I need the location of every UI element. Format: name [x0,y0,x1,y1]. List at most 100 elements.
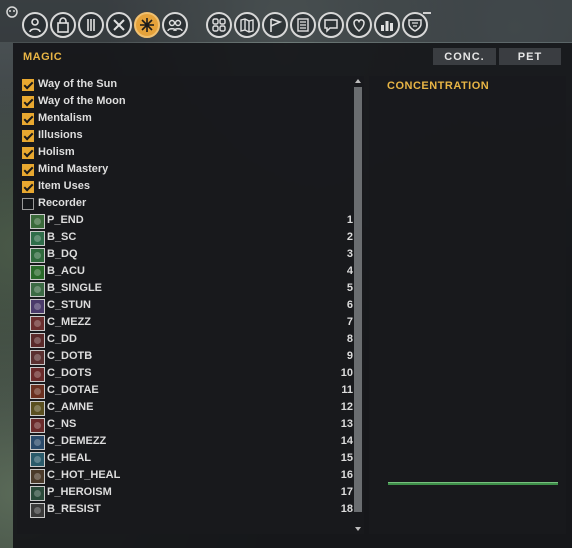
category-checkbox[interactable] [22,147,34,159]
spell-hotkey-number: 12 [340,401,353,413]
spell-icon[interactable] [30,316,45,331]
spell-row[interactable]: P_HEROISM 17 [17,485,357,502]
chat-icon [324,19,338,33]
spell-label: C_HOT_HEAL [47,469,121,481]
category-label: Holism [38,146,75,158]
category-checkbox[interactable] [22,79,34,91]
top-icon-bar [0,0,572,42]
grid-button[interactable] [206,12,232,38]
spell-hotkey-number: 11 [341,384,353,396]
scroll-up-arrow-icon[interactable] [355,79,361,83]
spell-label: C_STUN [47,299,92,311]
spell-row[interactable]: C_DOTB 9 [17,349,357,366]
category-label: Mind Mastery [38,163,109,175]
concentration-header: CONCENTRATION [387,80,490,92]
category-checkbox[interactable] [22,198,34,210]
spell-row[interactable]: C_MEZZ 7 [17,315,357,332]
spell-icon[interactable] [30,469,45,484]
chat-button[interactable] [318,12,344,38]
spell-row[interactable]: C_HEAL 15 [17,451,357,468]
spell-icon[interactable] [30,350,45,365]
category-checkbox[interactable] [22,164,34,176]
inventory-bag-button[interactable] [50,12,76,38]
category-checkbox[interactable] [22,130,34,142]
category-checkbox[interactable] [22,181,34,193]
spell-row[interactable]: C_NS 13 [17,417,357,434]
window-title: MAGIC [23,51,63,63]
category-label: Mentalism [38,112,92,124]
category-row[interactable]: Mind Mastery [17,162,357,179]
shield-icon [408,19,422,32]
spell-label: B_RESIST [47,503,101,515]
category-row[interactable]: Item Uses [17,179,357,196]
category-row[interactable]: Holism [17,145,357,162]
spell-row[interactable]: C_HOT_HEAL 16 [17,468,357,485]
spell-icon[interactable] [30,248,45,263]
spell-row[interactable]: B_RESIST 18 [17,502,357,519]
spell-row[interactable]: B_ACU 4 [17,264,357,281]
spell-icon[interactable] [30,282,45,297]
spell-row[interactable]: B_DQ 3 [17,247,357,264]
scroll-down-arrow-icon[interactable] [355,527,361,531]
conc-button[interactable]: CONC. [433,48,496,65]
character-icon [29,18,41,33]
category-row[interactable]: Illusions [17,128,357,145]
menu-badge-icon [423,12,431,18]
spell-row[interactable]: P_END 1 [17,213,357,230]
magic-spark-button[interactable] [134,12,160,38]
category-row[interactable]: Mentalism [17,111,357,128]
category-checkbox[interactable] [22,113,34,125]
spell-hotkey-number: 3 [346,248,353,260]
spell-hotkey-number: 2 [346,231,353,243]
spell-row[interactable]: C_DEMEZZ 14 [17,434,357,451]
spell-hotkey-number: 1 [346,214,353,226]
spell-row[interactable]: C_STUN 6 [17,298,357,315]
spell-icon[interactable] [30,401,45,416]
spell-icon[interactable] [30,418,45,433]
spell-icon[interactable] [30,452,45,467]
spell-icon[interactable] [30,503,45,518]
spell-row[interactable]: C_DD 8 [17,332,357,349]
spell-row[interactable]: C_DOTAE 11 [17,383,357,400]
spell-icon[interactable] [30,214,45,229]
spell-list-pane: Way of the Sun Way of the Moon Mentalism Il… [17,76,364,534]
combat-style-button[interactable] [78,12,104,38]
spell-icon[interactable] [30,486,45,501]
heart-button[interactable] [346,12,372,38]
flag-button[interactable] [262,12,288,38]
category-row[interactable]: Way of the Sun [17,77,357,94]
spell-row[interactable]: C_AMNE 12 [17,400,357,417]
spell-icon[interactable] [30,333,45,348]
spell-icon[interactable] [30,367,45,382]
spell-icon[interactable] [30,384,45,399]
spell-hotkey-number: 17 [340,486,353,498]
spell-hotkey-number: 18 [340,503,353,515]
spell-label: P_HEROISM [47,486,112,498]
spell-icon[interactable] [30,231,45,246]
character-button[interactable] [22,12,48,38]
journal-icon [297,18,309,32]
scroll-thumb[interactable] [354,87,362,512]
journal-button[interactable] [290,12,316,38]
scrollbar[interactable] [354,79,362,531]
spell-hotkey-number: 6 [346,299,353,311]
crossed-swords-button[interactable] [106,12,132,38]
stats-button[interactable] [374,12,400,38]
group-button[interactable] [162,12,188,38]
heart-icon [353,19,365,32]
spell-label: B_ACU [47,265,85,277]
category-checkbox[interactable] [22,96,34,108]
emote-icon[interactable] [5,6,19,18]
spell-icon[interactable] [30,265,45,280]
category-row[interactable]: Recorder [17,196,357,213]
spell-label: B_SINGLE [47,282,103,294]
spell-row[interactable]: B_SINGLE 5 [17,281,357,298]
spell-icon[interactable] [30,435,45,450]
spell-icon[interactable] [30,299,45,314]
spell-row[interactable]: B_SC 2 [17,230,357,247]
spell-hotkey-number: 9 [346,350,353,362]
category-row[interactable]: Way of the Moon [17,94,357,111]
spell-row[interactable]: C_DOTS 10 [17,366,357,383]
pet-button[interactable]: PET [499,48,561,65]
map-button[interactable] [234,12,260,38]
